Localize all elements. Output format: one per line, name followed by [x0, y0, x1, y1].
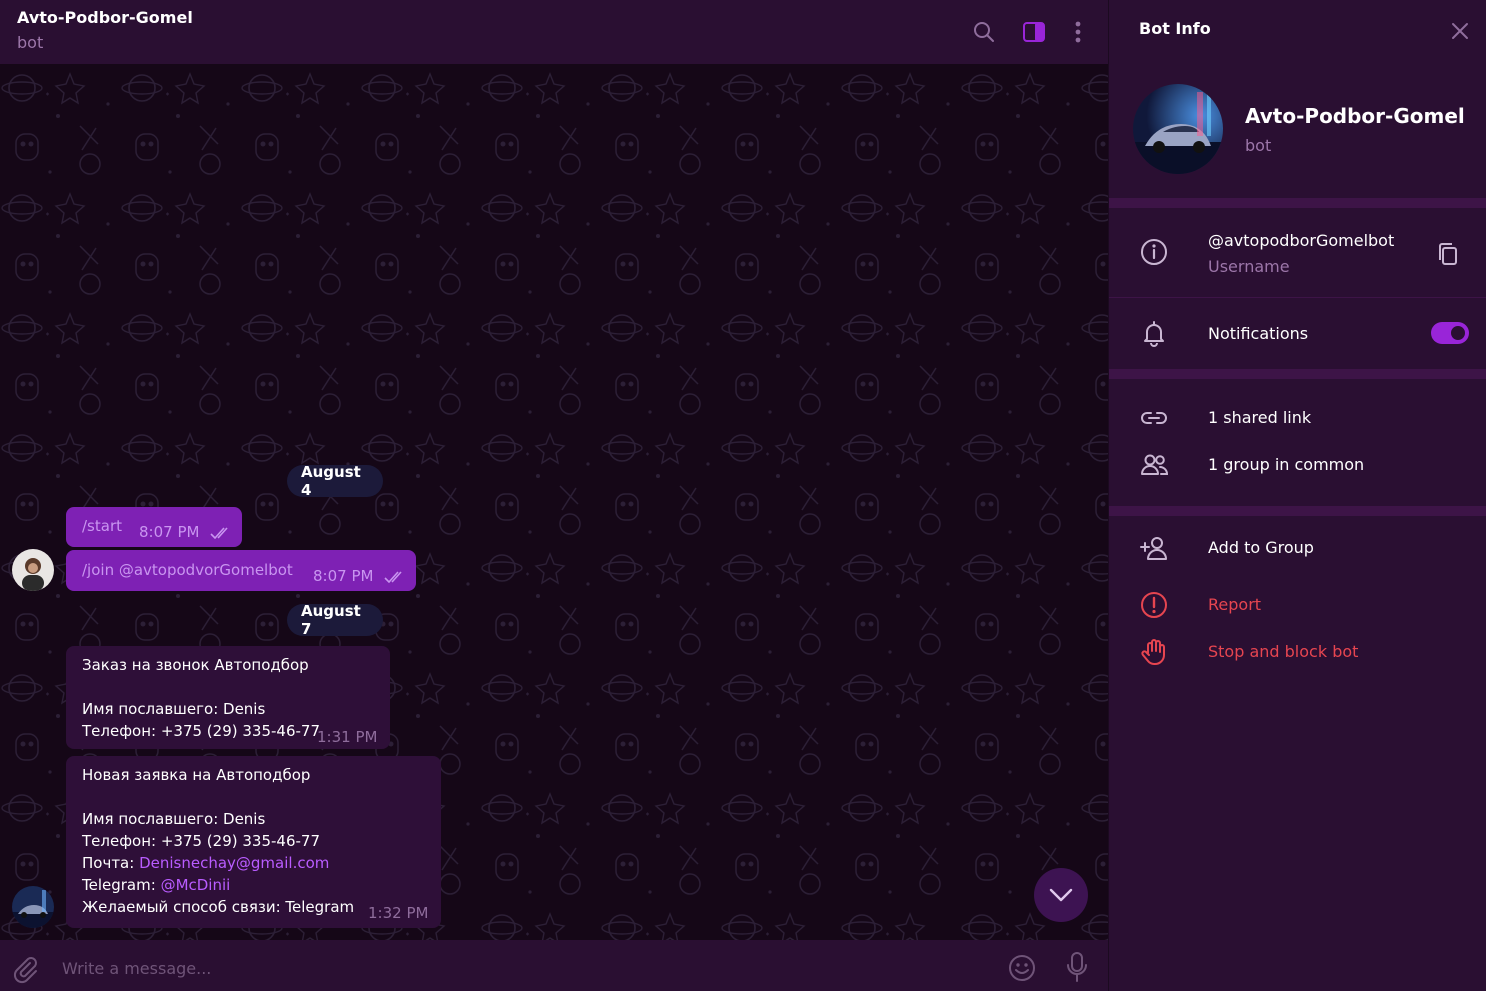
date-separator: August 4	[287, 463, 383, 499]
toggle-knob	[1449, 324, 1467, 342]
users-icon	[1137, 448, 1171, 482]
message-text: /start	[82, 517, 122, 535]
report-label: Report	[1208, 595, 1262, 614]
chat-subtitle: bot	[17, 33, 44, 52]
user-photo	[12, 549, 54, 591]
search-icon	[974, 22, 994, 42]
date-separator: August 7	[287, 602, 383, 638]
username-label: Username	[1208, 257, 1290, 276]
row-divider	[1109, 297, 1486, 298]
panel-title: Bot Info	[1139, 19, 1211, 38]
username-value[interactable]: @avtopodborGomelbot	[1208, 231, 1394, 250]
message-list[interactable]: August 4 /start 8:07 PM /join @avtopodvo…	[0, 64, 1108, 940]
bot-car-photo	[12, 886, 54, 928]
message-time: 1:31 PM	[317, 728, 378, 746]
profile-name: Avto-Podbor-Gomel	[1245, 104, 1465, 128]
bot-info-panel: Bot Info Avto-Podbor-Gomel bot @avtopodb…	[1108, 0, 1486, 991]
outgoing-message[interactable]: /join @avtopodvorGomelbot 8:07 PM	[66, 550, 416, 591]
double-check-icon	[384, 571, 402, 583]
stop-block-label: Stop and block bot	[1208, 642, 1359, 661]
attach-button[interactable]	[10, 954, 40, 984]
message-text: Новая заявка на Автоподбор	[82, 766, 311, 784]
toggle-info-panel-button[interactable]	[1018, 16, 1050, 48]
notifications-label: Notifications	[1208, 324, 1309, 343]
shared-links-label: 1 shared link	[1208, 408, 1312, 427]
emoji-button[interactable]	[1007, 953, 1037, 983]
double-check-icon	[210, 527, 228, 539]
close-panel-button[interactable]	[1445, 16, 1475, 46]
message-time: 1:32 PM	[368, 904, 429, 922]
info-icon	[1137, 235, 1171, 269]
incoming-message[interactable]: Новая заявка на Автоподбор Имя пославшег…	[66, 756, 441, 928]
section-divider	[1109, 198, 1486, 208]
sidebar-toggle-icon	[1023, 22, 1045, 42]
chat-title[interactable]: Avto-Podbor-Gomel	[17, 8, 193, 27]
message-text: Telegram: @McDinii	[82, 874, 230, 896]
link-icon	[1137, 401, 1171, 435]
more-options-button[interactable]	[1062, 16, 1094, 48]
message-text: Телефон: +375 (29) 335-46-77	[82, 722, 320, 740]
email-link[interactable]: Denisnechay@gmail.com	[139, 854, 329, 872]
chat-column: Avto-Podbor-Gomel bot August 4 /start 8:…	[0, 0, 1108, 991]
message-text: Почта: Denisnechay@gmail.com	[82, 852, 329, 874]
common-groups-label: 1 group in common	[1208, 455, 1365, 474]
section-divider	[1109, 506, 1486, 516]
message-text: /join @avtopodvorGomelbot	[82, 561, 293, 579]
message-text: Имя пославшего: Denis	[82, 700, 266, 718]
message-time: 8:07 PM	[139, 523, 200, 541]
outgoing-message[interactable]: /start 8:07 PM	[66, 507, 242, 547]
bell-icon	[1137, 316, 1171, 350]
message-text: Имя пославшего: Denis	[82, 810, 266, 828]
telegram-window: Avto-Podbor-Gomel bot August 4 /start 8:…	[0, 0, 1486, 991]
copy-username-button[interactable]	[1435, 240, 1461, 268]
email-label: Почта:	[82, 854, 140, 872]
message-text: Заказ на звонок Автоподбор	[82, 656, 309, 674]
add-user-icon	[1137, 531, 1171, 565]
notifications-toggle[interactable]	[1431, 322, 1469, 344]
search-button[interactable]	[968, 16, 1000, 48]
microphone-icon	[1067, 952, 1087, 982]
section-divider	[1109, 369, 1486, 379]
profile-avatar[interactable]	[1133, 84, 1223, 174]
more-vertical-icon	[1075, 21, 1081, 43]
paperclip-icon	[13, 957, 37, 984]
mention-link[interactable]: @McDinii	[161, 876, 231, 894]
chat-header: Avto-Podbor-Gomel bot	[0, 0, 1108, 64]
smile-icon	[1009, 955, 1035, 981]
copy-icon	[1439, 243, 1457, 265]
add-to-group-label: Add to Group	[1208, 538, 1314, 557]
user-avatar[interactable]	[12, 549, 54, 591]
message-time: 8:07 PM	[313, 567, 374, 585]
chevron-down-icon	[1049, 888, 1073, 902]
bot-avatar[interactable]	[12, 886, 54, 928]
scroll-to-bottom-button[interactable]	[1034, 868, 1088, 922]
hand-stop-icon	[1137, 635, 1171, 669]
voice-record-button[interactable]	[1062, 951, 1092, 983]
telegram-label: Telegram:	[82, 876, 161, 894]
message-text: Телефон: +375 (29) 335-46-77	[82, 832, 320, 850]
message-text: Желаемый способ связи: Telegram	[82, 898, 355, 916]
report-icon	[1137, 588, 1171, 622]
bot-car-photo	[1133, 84, 1223, 174]
close-icon	[1452, 23, 1468, 39]
profile-subtitle: bot	[1245, 136, 1272, 155]
message-input[interactable]	[62, 954, 962, 982]
incoming-message[interactable]: Заказ на звонок Автоподбор Имя пославшег…	[66, 646, 390, 749]
